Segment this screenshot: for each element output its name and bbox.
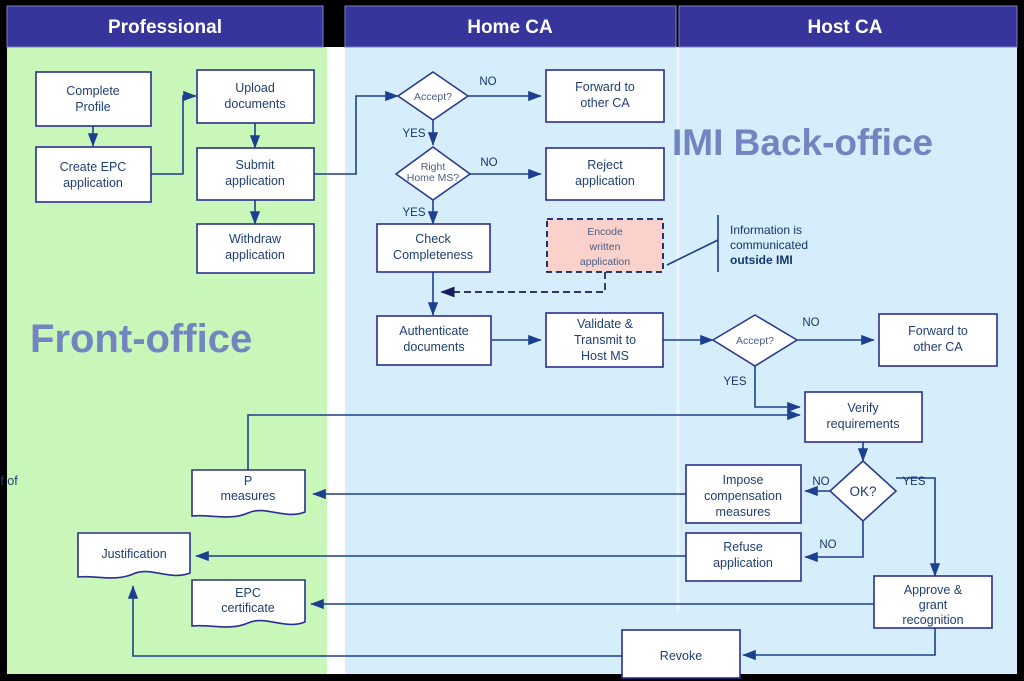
node-validate-line2: Transmit to xyxy=(574,333,636,347)
node-approve-grant-recognition[interactable]: Approve & grant recognition xyxy=(873,575,993,629)
node-approve-line1: Approve & xyxy=(904,583,963,597)
lane-header-professional: Professional xyxy=(6,5,324,48)
edge-label-accept-host-yes: YES xyxy=(723,376,746,388)
node-approve-line3: recognition xyxy=(902,613,963,627)
note-line3: outside IMI xyxy=(730,253,793,267)
node-impose-line3: measures xyxy=(716,505,771,519)
node-upload-line2: documents xyxy=(224,97,285,111)
node-reject-application[interactable]: Reject application xyxy=(545,147,665,201)
edge-label-right-home-ms-yes: YES xyxy=(402,207,425,219)
node-reject-line1: Reject xyxy=(587,158,623,172)
edge-label-ok-no-2: NO xyxy=(819,539,836,551)
node-justification-label: Justification xyxy=(101,547,166,561)
lane-header-home-ca-label: Home CA xyxy=(467,17,553,38)
note-line1: Information is xyxy=(730,223,802,237)
edge-label-ok-yes: YES xyxy=(902,476,925,488)
note-line2: communicated xyxy=(730,238,808,252)
node-forward-other-ca-home[interactable]: Forward to other CA xyxy=(545,69,665,123)
node-impose-line1: Impose xyxy=(723,473,764,487)
node-refuse-application[interactable]: Refuse application xyxy=(685,532,802,582)
node-validate-line1: Validate & xyxy=(577,317,634,331)
node-reject-line2: application xyxy=(575,174,635,188)
node-refuse-line1: Refuse xyxy=(723,540,763,554)
lane-header-home-ca: Home CA xyxy=(344,5,677,48)
node-submit-line2: application xyxy=(225,174,285,188)
lane-header-host-ca: Host CA xyxy=(678,5,1018,48)
node-impose-line2: compensation xyxy=(704,489,782,503)
node-complete-profile[interactable]: Complete Profile xyxy=(35,71,152,127)
node-revoke[interactable]: Revoke xyxy=(621,629,741,679)
node-refuse-line2: application xyxy=(713,556,773,570)
node-accept-home-label: Accept? xyxy=(414,91,452,103)
node-justification[interactable]: Justification xyxy=(77,532,191,579)
node-check-line2: Completeness xyxy=(393,248,473,262)
node-verify-line1: Verify xyxy=(847,401,879,415)
node-accept-host-label: Accept? xyxy=(736,335,774,347)
edge-label-accept-host-no: NO xyxy=(802,317,819,329)
watermark-imi-back-office: IMI Back-office xyxy=(672,122,933,163)
node-encode-line3: application xyxy=(580,256,630,268)
node-upload-line1: Upload xyxy=(235,81,275,95)
node-revoke-label: Revoke xyxy=(660,649,702,663)
node-complete-profile-line1: Complete xyxy=(66,84,120,98)
node-forward-host-line1: Forward to xyxy=(908,324,968,338)
node-authenticate-line2: documents xyxy=(403,340,464,354)
node-encode-line1: Encode xyxy=(587,226,623,238)
node-encode-written-application[interactable]: Encode written application xyxy=(546,218,664,273)
node-create-epc-application[interactable]: Create EPC application xyxy=(35,146,152,203)
node-validate-line3: Host MS xyxy=(581,349,629,363)
node-ok-label: OK? xyxy=(849,484,876,499)
watermark-front-office: Front-office xyxy=(30,317,252,361)
node-epc-certificate[interactable]: EPC certificate xyxy=(191,579,306,628)
node-encode-line2: written xyxy=(589,241,621,253)
edge-label-right-home-ms-no: NO xyxy=(480,157,497,169)
node-withdraw-line2: application xyxy=(225,248,285,262)
edge-label-accept-home-no: NO xyxy=(479,76,496,88)
node-right-home-ms-line2: Home MS? xyxy=(407,172,460,184)
node-submit-application[interactable]: Submit application xyxy=(196,147,315,201)
node-check-line1: Check xyxy=(415,232,451,246)
flowchart-canvas: Professional Home CA Host CA Front-offic… xyxy=(0,0,1024,681)
node-submit-line1: Submit xyxy=(236,158,275,172)
node-complete-profile-line2: Profile xyxy=(75,100,110,114)
edge-label-accept-home-yes: YES xyxy=(402,128,425,140)
lane-header-host-ca-label: Host CA xyxy=(808,17,883,38)
node-authenticate-line1: Authenticate xyxy=(399,324,469,338)
node-epc-line2: certificate xyxy=(221,601,275,615)
lane-gap xyxy=(327,47,345,674)
lane-header-professional-label: Professional xyxy=(108,17,222,38)
node-forward-home-line2: other CA xyxy=(580,96,630,110)
node-forward-home-line1: Forward to xyxy=(575,80,635,94)
node-withdraw-line1: Withdraw xyxy=(229,232,282,246)
node-impose-compensation[interactable]: Impose compensation measures xyxy=(685,464,802,524)
node-authenticate-documents[interactable]: Authenticate documents xyxy=(376,315,492,366)
node-check-completeness[interactable]: Check Completeness xyxy=(376,223,491,273)
node-upload-documents[interactable]: Upload documents xyxy=(196,69,315,124)
node-forward-other-ca-host[interactable]: Forward to other CA xyxy=(878,313,998,367)
node-withdraw-application[interactable]: Withdraw application xyxy=(196,223,315,274)
node-verify-requirements[interactable]: Verify requirements xyxy=(804,391,923,443)
node-create-epc-line1: Create EPC xyxy=(60,160,127,174)
node-proof-line2: measures xyxy=(221,489,276,503)
node-validate-transmit[interactable]: Validate & Transmit to Host MS xyxy=(545,312,664,368)
node-forward-host-line2: other CA xyxy=(913,340,963,354)
node-verify-line2: requirements xyxy=(827,417,900,431)
node-create-epc-line2: application xyxy=(63,176,123,190)
node-epc-line1: EPC xyxy=(235,586,261,600)
edge-label-ok-no-1: NO xyxy=(812,476,829,488)
node-approve-line2: grant xyxy=(919,598,948,612)
